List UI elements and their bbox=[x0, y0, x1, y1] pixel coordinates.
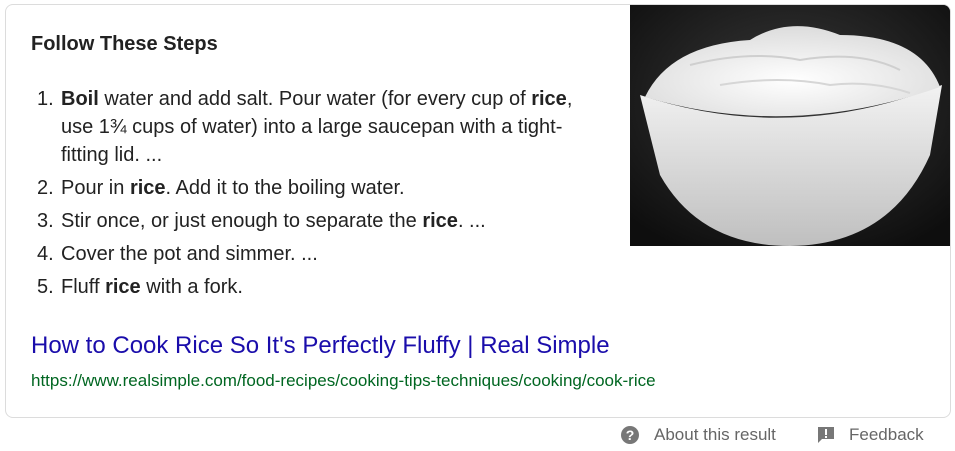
result-url: https://www.realsimple.com/food-recipes/… bbox=[31, 371, 656, 390]
svg-text:?: ? bbox=[626, 427, 635, 443]
step-text-part: with a fork. bbox=[140, 276, 243, 298]
step-text-part: . Add it to the boiling water. bbox=[165, 177, 405, 199]
feedback-icon bbox=[817, 426, 835, 444]
step-text: Stir once, or just enough to separate th… bbox=[61, 207, 606, 235]
step-keyword: rice bbox=[531, 88, 567, 110]
step-text-part: Stir once, or just enough to separate th… bbox=[61, 210, 423, 232]
step-number: 1. bbox=[37, 88, 54, 110]
step-keyword: rice bbox=[422, 210, 458, 232]
rice-bowl-image[interactable] bbox=[630, 5, 950, 246]
step-text-part: water and add salt. Pour water (for ever… bbox=[98, 88, 532, 110]
step-text: Cover the pot and simmer. ... bbox=[61, 240, 606, 268]
step-number: 5. bbox=[37, 276, 54, 298]
feedback-button[interactable]: Feedback bbox=[817, 425, 924, 445]
step-number: 4. bbox=[37, 243, 54, 265]
featured-snippet-card: Follow These Steps 1. Boil water and add … bbox=[5, 4, 951, 418]
steps-list: 1. Boil water and add salt. Pour water (f… bbox=[31, 85, 606, 306]
rice-bowl-photo-icon bbox=[630, 5, 950, 246]
step-text-part: Fluff bbox=[61, 276, 106, 298]
about-this-result-button[interactable]: ? About this result bbox=[620, 425, 776, 445]
step-item: 1. Boil water and add salt. Pour water (f… bbox=[31, 85, 606, 169]
step-keyword: rice bbox=[129, 177, 166, 199]
step-number: 2. bbox=[37, 177, 54, 199]
step-item: 3. Stir once, or just enough to separate … bbox=[31, 207, 606, 235]
help-circle-icon: ? bbox=[620, 425, 640, 445]
step-number: 3. bbox=[37, 210, 54, 232]
step-text: Fluff rice with a fork. bbox=[61, 273, 606, 301]
step-keyword: Boil bbox=[61, 88, 99, 110]
step-text: Boil water and add salt. Pour water (for… bbox=[61, 85, 606, 169]
result-title-link[interactable]: How to Cook Rice So It's Perfectly Fluff… bbox=[31, 332, 610, 360]
step-text-part: . ... bbox=[457, 210, 486, 232]
step-keyword: rice bbox=[105, 276, 141, 298]
step-text-part: Pour in bbox=[61, 177, 130, 199]
about-this-result-label: About this result bbox=[654, 425, 776, 444]
feedback-label: Feedback bbox=[849, 425, 924, 444]
step-item: 4. Cover the pot and simmer. ... bbox=[31, 240, 606, 268]
step-item: 2. Pour in rice. Add it to the boiling wa… bbox=[31, 174, 606, 202]
step-item: 5. Fluff rice with a fork. bbox=[31, 273, 606, 301]
step-text: Pour in rice. Add it to the boiling wate… bbox=[61, 174, 606, 202]
snippet-heading: Follow These Steps bbox=[31, 33, 218, 55]
step-text-part: Cover the pot and simmer. ... bbox=[61, 243, 318, 265]
